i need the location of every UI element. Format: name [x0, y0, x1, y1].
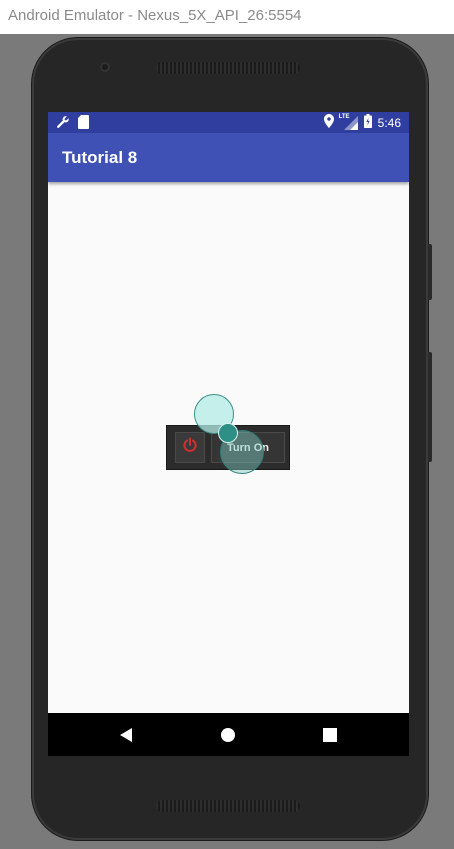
- sd-card-icon: [78, 115, 89, 132]
- app-bar: Tutorial 8: [48, 133, 409, 182]
- back-icon[interactable]: [116, 725, 136, 745]
- battery-icon: [363, 114, 372, 131]
- home-icon[interactable]: [218, 725, 238, 745]
- power-side-button: [428, 352, 432, 462]
- navigation-bar: [48, 713, 409, 756]
- emulator-title-bar: Android Emulator - Nexus_5X_API_26:5554: [0, 0, 454, 34]
- bottom-speaker: [156, 800, 300, 812]
- app-title: Tutorial 8: [62, 148, 138, 167]
- touch-indicator-center: [218, 423, 238, 443]
- device-screen: LTE 5:46 Tutorial 8 Turn On: [48, 112, 409, 756]
- window-title: Android Emulator - Nexus_5X_API_26:5554: [8, 7, 302, 24]
- location-icon: [323, 114, 334, 131]
- power-icon: [182, 437, 198, 458]
- network-label: LTE: [338, 113, 350, 120]
- lte-signal-icon: LTE: [338, 113, 358, 130]
- recents-icon[interactable]: [320, 725, 340, 745]
- status-time: 5:46: [377, 115, 401, 130]
- top-speaker: [156, 62, 300, 74]
- volume-button: [428, 244, 432, 300]
- wrench-icon: [56, 115, 70, 132]
- front-camera: [100, 62, 110, 72]
- power-button[interactable]: [175, 432, 205, 463]
- status-bar: LTE 5:46: [48, 112, 409, 133]
